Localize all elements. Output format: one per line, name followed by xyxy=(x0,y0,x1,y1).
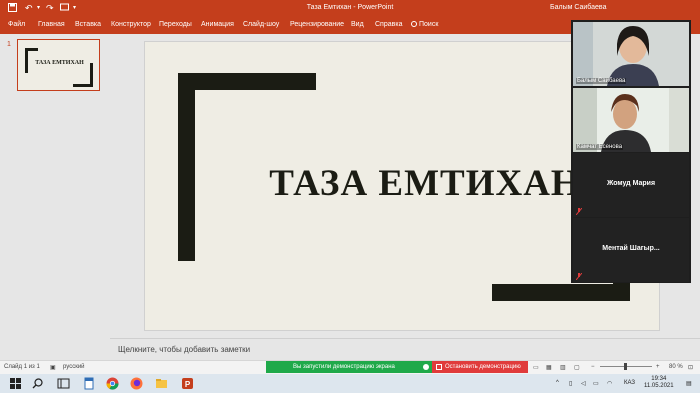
powerpoint-icon[interactable]: P xyxy=(181,377,194,390)
file-explorer-icon[interactable] xyxy=(155,377,168,390)
video-tile[interactable]: Камчат Есенова xyxy=(573,88,689,152)
title-bar: ↶ ▾ ↷ ▾ Таза Емтихан - PowerPoint Балым … xyxy=(0,0,700,17)
participant-name: Ментай Шагыр... xyxy=(602,245,660,252)
slideshow-view-icon[interactable]: ▢ xyxy=(574,364,580,371)
frame-bar-top xyxy=(178,73,316,90)
search-icon[interactable] xyxy=(31,377,44,390)
file-icon[interactable] xyxy=(82,377,95,390)
tab-animations[interactable]: Анимация xyxy=(201,21,234,28)
zoom-in-icon[interactable]: + xyxy=(656,364,660,370)
slide-thumbnail-pane: 1 ТАЗА ЕМТИХАН xyxy=(0,34,110,360)
chrome-icon[interactable] xyxy=(106,377,119,390)
network-icon[interactable]: ▯ xyxy=(569,380,572,387)
participant-video xyxy=(573,88,689,152)
participant-name: Камчат Есенова xyxy=(576,144,624,150)
share-started-label: Вы запустили демонстрацию экрана xyxy=(293,364,395,370)
fit-slide-icon[interactable]: ⊡ xyxy=(688,364,693,371)
frame-bar-bottom xyxy=(492,284,630,301)
svg-text:P: P xyxy=(185,380,191,389)
muted-mic-icon xyxy=(576,208,582,215)
participant-name: Жомуд Мария xyxy=(606,180,656,187)
normal-view-icon[interactable]: ▭ xyxy=(533,364,539,371)
slide-number: 1 xyxy=(7,41,11,48)
reading-view-icon[interactable]: ▥ xyxy=(560,364,566,371)
slide-thumbnail[interactable]: ТАЗА ЕМТИХАН xyxy=(17,39,100,91)
slide-sorter-icon[interactable]: ▦ xyxy=(546,364,552,371)
language-indicator[interactable]: русский xyxy=(63,364,85,370)
thumb-frame-bottom xyxy=(73,84,93,87)
video-tile[interactable]: Балым Саибаева xyxy=(573,22,689,86)
notifications-icon[interactable]: ▤ xyxy=(686,380,692,387)
stop-share-button[interactable]: Остановить демонстрацию xyxy=(432,361,528,373)
input-language[interactable]: КАЗ xyxy=(624,380,635,386)
video-tile[interactable]: Ментай Шагыр... xyxy=(573,218,689,282)
account-name[interactable]: Балым Саибаева xyxy=(550,4,606,11)
video-panel: Балым Саибаева Камчат Есенова Жомуд Мари… xyxy=(571,20,691,283)
thumbnail-title: ТАЗА ЕМТИХАН xyxy=(35,60,84,66)
lightbulb-icon xyxy=(411,21,417,27)
tab-review[interactable]: Рецензирование xyxy=(290,21,344,28)
tab-slideshow[interactable]: Слайд-шоу xyxy=(243,21,279,28)
task-view-icon[interactable] xyxy=(57,377,70,390)
participant-name: Балым Саибаева xyxy=(576,78,627,84)
video-tile[interactable]: Жомуд Мария xyxy=(573,153,689,217)
chevron-up-icon[interactable]: ^ xyxy=(556,380,559,386)
volume-icon[interactable]: ◁ xyxy=(581,380,586,387)
wifi-icon[interactable]: ◠ xyxy=(607,380,612,387)
clock[interactable]: 19:34 11.05.2021 xyxy=(644,376,674,390)
screen-share-banner: Вы запустили демонстрацию экрана xyxy=(266,361,432,373)
notes-pane[interactable]: Щелкните, чтобы добавить заметки xyxy=(110,338,700,360)
tab-file[interactable]: Файл xyxy=(8,21,25,28)
tab-view[interactable]: Вид xyxy=(351,21,364,28)
stop-share-label: Остановить демонстрацию xyxy=(445,364,521,370)
spellcheck-icon[interactable]: ▣ xyxy=(50,364,56,371)
share-status-icon xyxy=(423,364,429,370)
notes-placeholder: Щелкните, чтобы добавить заметки xyxy=(118,345,251,354)
clock-date: 11.05.2021 xyxy=(644,383,674,389)
tab-design[interactable]: Конструктор xyxy=(111,21,151,28)
thumb-frame-right xyxy=(90,63,93,85)
firefox-icon[interactable] xyxy=(130,377,143,390)
zoom-level[interactable]: 80 % xyxy=(669,364,683,370)
windows-icon[interactable] xyxy=(9,377,22,390)
slide-counter: Слайд 1 из 1 xyxy=(4,364,40,370)
search-box[interactable]: Поиск xyxy=(411,21,438,28)
tab-help[interactable]: Справка xyxy=(375,21,402,28)
battery-icon[interactable]: ▭ xyxy=(593,380,599,387)
tab-insert[interactable]: Вставка xyxy=(75,21,101,28)
search-label: Поиск xyxy=(419,21,439,28)
participant-video xyxy=(573,22,689,86)
tab-home[interactable]: Главная xyxy=(38,21,65,28)
muted-mic-icon xyxy=(576,273,582,280)
windows-taskbar: P ^ ▯ ◁ ▭ ◠ КАЗ 19:34 11.05.2021 ▤ xyxy=(0,374,700,393)
zoom-out-icon[interactable]: − xyxy=(591,364,595,370)
stop-icon xyxy=(436,364,442,370)
zoom-slider-thumb[interactable] xyxy=(624,363,627,370)
tab-transitions[interactable]: Переходы xyxy=(159,21,192,28)
clock-time: 19:34 xyxy=(651,376,667,382)
